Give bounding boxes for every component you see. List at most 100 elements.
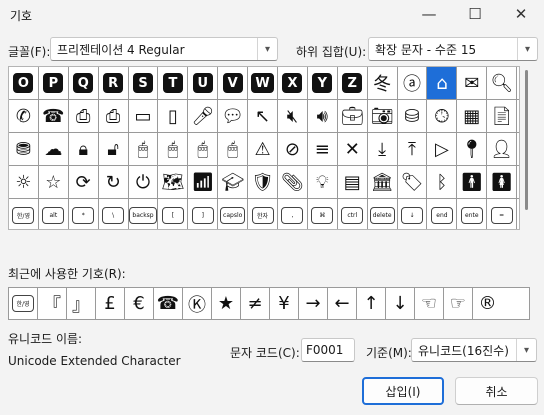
symbol-cell[interactable]: 🔓︎ — [99, 133, 129, 165]
grid-scrollbar[interactable] — [522, 66, 530, 230]
symbol-cell[interactable]: 🛡︎ — [248, 166, 279, 198]
recent-symbol-cell[interactable]: → — [299, 288, 328, 319]
symbol-cell[interactable]: 📶︎ — [188, 166, 219, 198]
recent-symbol-cell[interactable]: 한/영 — [9, 288, 38, 319]
symbol-cell[interactable]: ⊘ — [278, 133, 308, 165]
symbol-cell[interactable]: 📄︎ — [487, 100, 518, 132]
symbol-cell[interactable]: ⛃ — [9, 133, 39, 165]
symbol-cell[interactable]: 🔇︎ — [278, 100, 308, 132]
symbol-cell[interactable]: ⛁ — [398, 100, 428, 132]
recent-symbol-cell[interactable]: ☞ — [444, 288, 473, 319]
symbol-cell[interactable]: capslo — [218, 199, 249, 229]
symbol-cell[interactable]: 🚺︎ — [487, 166, 518, 198]
symbol-cell[interactable]: 🔍︎ — [487, 67, 518, 99]
recent-symbol-cell[interactable]: ® — [473, 288, 502, 319]
close-button[interactable]: ✕ — [504, 0, 538, 28]
symbol-cell[interactable]: 📍︎ — [457, 133, 488, 165]
from-select[interactable]: 유니코드(16진수) ▾ — [411, 338, 537, 362]
symbol-cell[interactable]: ↻ — [99, 166, 129, 198]
symbol-cell[interactable]: 冬 — [368, 67, 398, 99]
symbol-cell[interactable]: ▦ — [457, 100, 488, 132]
symbol-cell[interactable]: T — [158, 67, 189, 99]
recent-symbol-cell[interactable]: ← — [328, 288, 357, 319]
symbol-cell[interactable]: ⚠ — [248, 133, 279, 165]
symbol-cell[interactable]: [ — [158, 199, 189, 229]
font-select[interactable]: 프리젠테이션 4 Regular ▾ — [50, 37, 278, 61]
symbol-cell[interactable]: ⎙ — [99, 100, 129, 132]
symbol-cell[interactable]: 🏛︎ — [368, 166, 398, 198]
symbol-cell[interactable]: 👤︎ — [487, 133, 518, 165]
symbol-cell[interactable]: Z — [338, 67, 368, 99]
symbol-cell[interactable]: backsp — [129, 199, 159, 229]
symbol-cell[interactable]: 🔒︎ — [69, 133, 99, 165]
symbol-cell[interactable]: 🕓︎ — [427, 100, 458, 132]
char-code-input[interactable]: F0001 — [301, 338, 355, 362]
symbol-cell[interactable]: 🖱︎ — [188, 133, 219, 165]
insert-button[interactable]: 삽입(I) — [362, 377, 444, 405]
symbol-cell[interactable]: ⌂ — [427, 67, 458, 99]
symbol-cell[interactable]: ctrl — [338, 199, 368, 229]
symbol-cell[interactable]: 🗺︎ — [158, 166, 189, 198]
symbol-cell[interactable]: ⤓ — [368, 133, 398, 165]
symbol-cell[interactable]: ↖ — [248, 100, 279, 132]
symbol-cell[interactable]: 💡︎ — [308, 166, 338, 198]
symbol-cell[interactable]: P — [39, 67, 69, 99]
symbol-cell[interactable]: ▭ — [129, 100, 159, 132]
symbol-cell[interactable]: 🖱︎ — [158, 133, 189, 165]
subset-select[interactable]: 확장 문자 - 수준 15 ▾ — [368, 37, 538, 61]
symbol-cell[interactable]: delete — [368, 199, 398, 229]
symbol-cell[interactable]: * — [69, 199, 99, 229]
symbol-cell[interactable]: ⌘ — [308, 199, 338, 229]
recent-symbol-cell[interactable]: ★ — [212, 288, 241, 319]
maximize-button[interactable]: ☐ — [458, 0, 492, 28]
symbol-cell[interactable]: ≡ — [308, 133, 338, 165]
symbol-cell[interactable]: ⎙ — [69, 100, 99, 132]
symbol-cell[interactable]: 🖱︎ — [129, 133, 159, 165]
minimize-button[interactable]: — — [412, 0, 446, 28]
recent-symbol-cell[interactable]: £ — [96, 288, 125, 319]
symbol-cell[interactable]: Y — [308, 67, 338, 99]
symbol-cell[interactable]: 💼︎ — [338, 100, 368, 132]
symbol-cell[interactable]: ⤒ — [398, 133, 428, 165]
symbol-cell[interactable]: 🖱︎ — [218, 133, 249, 165]
recent-symbol-cell[interactable]: ☎ — [154, 288, 183, 319]
symbol-cell[interactable]: alt — [39, 199, 69, 229]
symbol-cell[interactable]: ▯ — [158, 100, 189, 132]
symbol-cell[interactable]: 🎤︎ — [188, 100, 219, 132]
symbol-cell[interactable]: O — [9, 67, 39, 99]
recent-symbol-cell[interactable]: 』 — [67, 288, 96, 319]
symbol-cell[interactable]: ▷ — [427, 133, 458, 165]
symbol-cell[interactable]: 🚹︎ — [457, 166, 488, 198]
cancel-button[interactable]: 취소 — [455, 377, 538, 405]
symbol-cell[interactable]: ✉ — [457, 67, 488, 99]
recent-symbol-cell[interactable]: ¥ — [270, 288, 299, 319]
symbol-cell[interactable]: 💬︎ — [218, 100, 249, 132]
symbol-cell[interactable]: 📎︎ — [278, 166, 308, 198]
symbol-cell[interactable]: X — [278, 67, 308, 99]
symbol-cell[interactable]: 한/영 — [9, 199, 39, 229]
recent-symbol-cell[interactable]: € — [125, 288, 154, 319]
symbol-cell[interactable]: , — [278, 199, 308, 229]
symbol-cell[interactable]: R — [99, 67, 129, 99]
symbol-cell[interactable]: S — [129, 67, 159, 99]
symbol-cell[interactable]: end — [427, 199, 458, 229]
scrollbar-thumb[interactable] — [525, 70, 528, 210]
recent-symbol-cell[interactable]: ☜ — [415, 288, 444, 319]
recent-symbol-cell[interactable]: 『 — [38, 288, 67, 319]
symbol-cell[interactable]: 🔊︎ — [308, 100, 338, 132]
symbol-cell[interactable]: W — [248, 67, 279, 99]
symbol-cell[interactable]: ] — [188, 199, 219, 229]
recent-symbol-cell[interactable]: Ⓚ — [183, 288, 212, 319]
recent-symbol-cell[interactable]: ↑ — [357, 288, 386, 319]
symbol-cell[interactable]: V — [218, 67, 249, 99]
symbol-cell[interactable]: ☁ — [39, 133, 69, 165]
symbol-cell[interactable]: U — [188, 67, 219, 99]
symbol-cell[interactable]: ↓ — [398, 199, 428, 229]
symbol-cell[interactable]: 📷︎ — [368, 100, 398, 132]
symbol-cell[interactable]: Q — [69, 67, 99, 99]
symbol-cell[interactable]: ᛒ — [427, 166, 458, 198]
symbol-cell[interactable]: = — [487, 199, 518, 229]
symbol-cell[interactable]: ☆ — [39, 166, 69, 198]
symbol-cell[interactable]: \ — [99, 199, 129, 229]
symbol-cell[interactable]: ✆ — [9, 100, 39, 132]
